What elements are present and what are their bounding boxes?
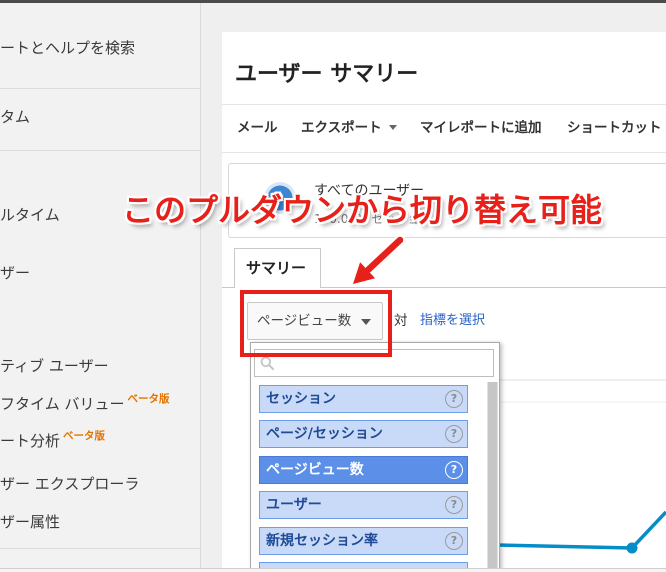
- scrollbar[interactable]: [487, 382, 498, 571]
- sidebar-item-lifetime-value[interactable]: フタイム バリュー ベータ版: [0, 393, 170, 416]
- add-to-report-button[interactable]: マイレポートに追加: [420, 118, 542, 138]
- sidebar-item-user-explorer[interactable]: ザー エクスプローラ: [0, 474, 139, 494]
- sidebar-item-label: フタイム バリュー: [0, 395, 125, 413]
- sidebar-divider: [0, 548, 200, 549]
- help-icon[interactable]: ?: [445, 425, 463, 443]
- sidebar-divider: [0, 150, 200, 151]
- sidebar-item-label: ザー: [0, 264, 31, 282]
- help-icon[interactable]: ?: [445, 461, 463, 479]
- sidebar-item-cohort-analysis[interactable]: ート分析 ベータ版: [0, 430, 106, 453]
- metric-option-pageviews[interactable]: ページビュー数 ?: [259, 456, 468, 484]
- shortcut-button[interactable]: ショートカット: [567, 118, 662, 138]
- caret-down-icon: [388, 124, 397, 130]
- beta-badge: ベータ版: [63, 430, 106, 442]
- sidebar-divider: [0, 88, 200, 89]
- metric-option-users[interactable]: ユーザー ?: [259, 491, 468, 519]
- sidebar-item-label: ート分析: [0, 432, 61, 450]
- sidebar-item-label: ザー属性: [0, 513, 61, 531]
- arrow-down-left-icon: [350, 234, 406, 287]
- metric-option-label: ユーザー: [266, 497, 322, 513]
- toolbar-divider: [222, 104, 666, 105]
- annotation-callout-text: このプルダウンから切り替え可能: [122, 191, 603, 229]
- metric-option-label: ページビュー数: [266, 462, 364, 478]
- page-title: ユーザー サマリー: [235, 62, 419, 87]
- select-metric-link[interactable]: 指標を選択: [420, 311, 485, 331]
- email-button[interactable]: メール: [237, 118, 278, 138]
- metric-option-label: セッション: [266, 391, 336, 407]
- toolbar-divider: [222, 152, 666, 153]
- window-bottom-border: [0, 568, 666, 572]
- help-icon[interactable]: ?: [445, 496, 463, 514]
- metric-option-label: 新規セッション率: [266, 533, 378, 549]
- chart-data-point[interactable]: [626, 542, 638, 554]
- export-label: エクスポート: [301, 120, 382, 136]
- window-top-border: [0, 0, 666, 3]
- export-button[interactable]: エクスポート: [301, 118, 397, 138]
- help-icon[interactable]: ?: [445, 532, 463, 550]
- sidebar-item-label: ザー エクスプローラ: [0, 475, 140, 493]
- metric-option-sessions[interactable]: セッション ?: [259, 385, 468, 413]
- annotation-highlight-box: [240, 290, 392, 357]
- sidebar-item-demographics[interactable]: ザー属性: [0, 512, 60, 532]
- metric-option-label: ページ/セッション: [266, 426, 383, 442]
- metric-option-pages-per-session[interactable]: ページ/セッション ?: [259, 420, 468, 448]
- sidebar-item-realtime[interactable]: ルタイム: [0, 205, 60, 225]
- sidebar-item-custom[interactable]: タム: [0, 107, 30, 127]
- sidebar-item-label: ティブ ユーザー: [0, 357, 109, 375]
- chart-series-line: [497, 510, 666, 550]
- metric-dropdown-panel: セッション ? ページ/セッション ? ページビュー数 ? ユーザー ? 新規セ…: [250, 342, 500, 572]
- beta-badge: ベータ版: [127, 393, 170, 405]
- versus-label: 対: [394, 313, 408, 329]
- sidebar-item-label: ルタイム: [0, 206, 60, 224]
- tab-summary[interactable]: サマリー: [234, 248, 321, 288]
- help-icon[interactable]: ?: [445, 390, 463, 408]
- sidebar-item-audience[interactable]: ザー: [0, 263, 30, 283]
- line-chart: [497, 379, 666, 554]
- magnifier-icon: [260, 356, 274, 370]
- sidebar-search-field[interactable]: ートとヘルプを検索: [0, 38, 135, 58]
- sidebar-nav: ートとヘルプを検索 タム ルタイム ザー ティブ ユーザー フタイム バリューベ…: [0, 0, 201, 572]
- sidebar-item-label: タム: [0, 108, 31, 126]
- scrollbar-thumb[interactable]: [488, 382, 497, 571]
- sidebar-search-placeholder: ートとヘルプを検索: [0, 39, 136, 57]
- sidebar-item-active-users[interactable]: ティブ ユーザー: [0, 356, 109, 376]
- metric-option-new-session-rate[interactable]: 新規セッション率 ?: [259, 527, 468, 555]
